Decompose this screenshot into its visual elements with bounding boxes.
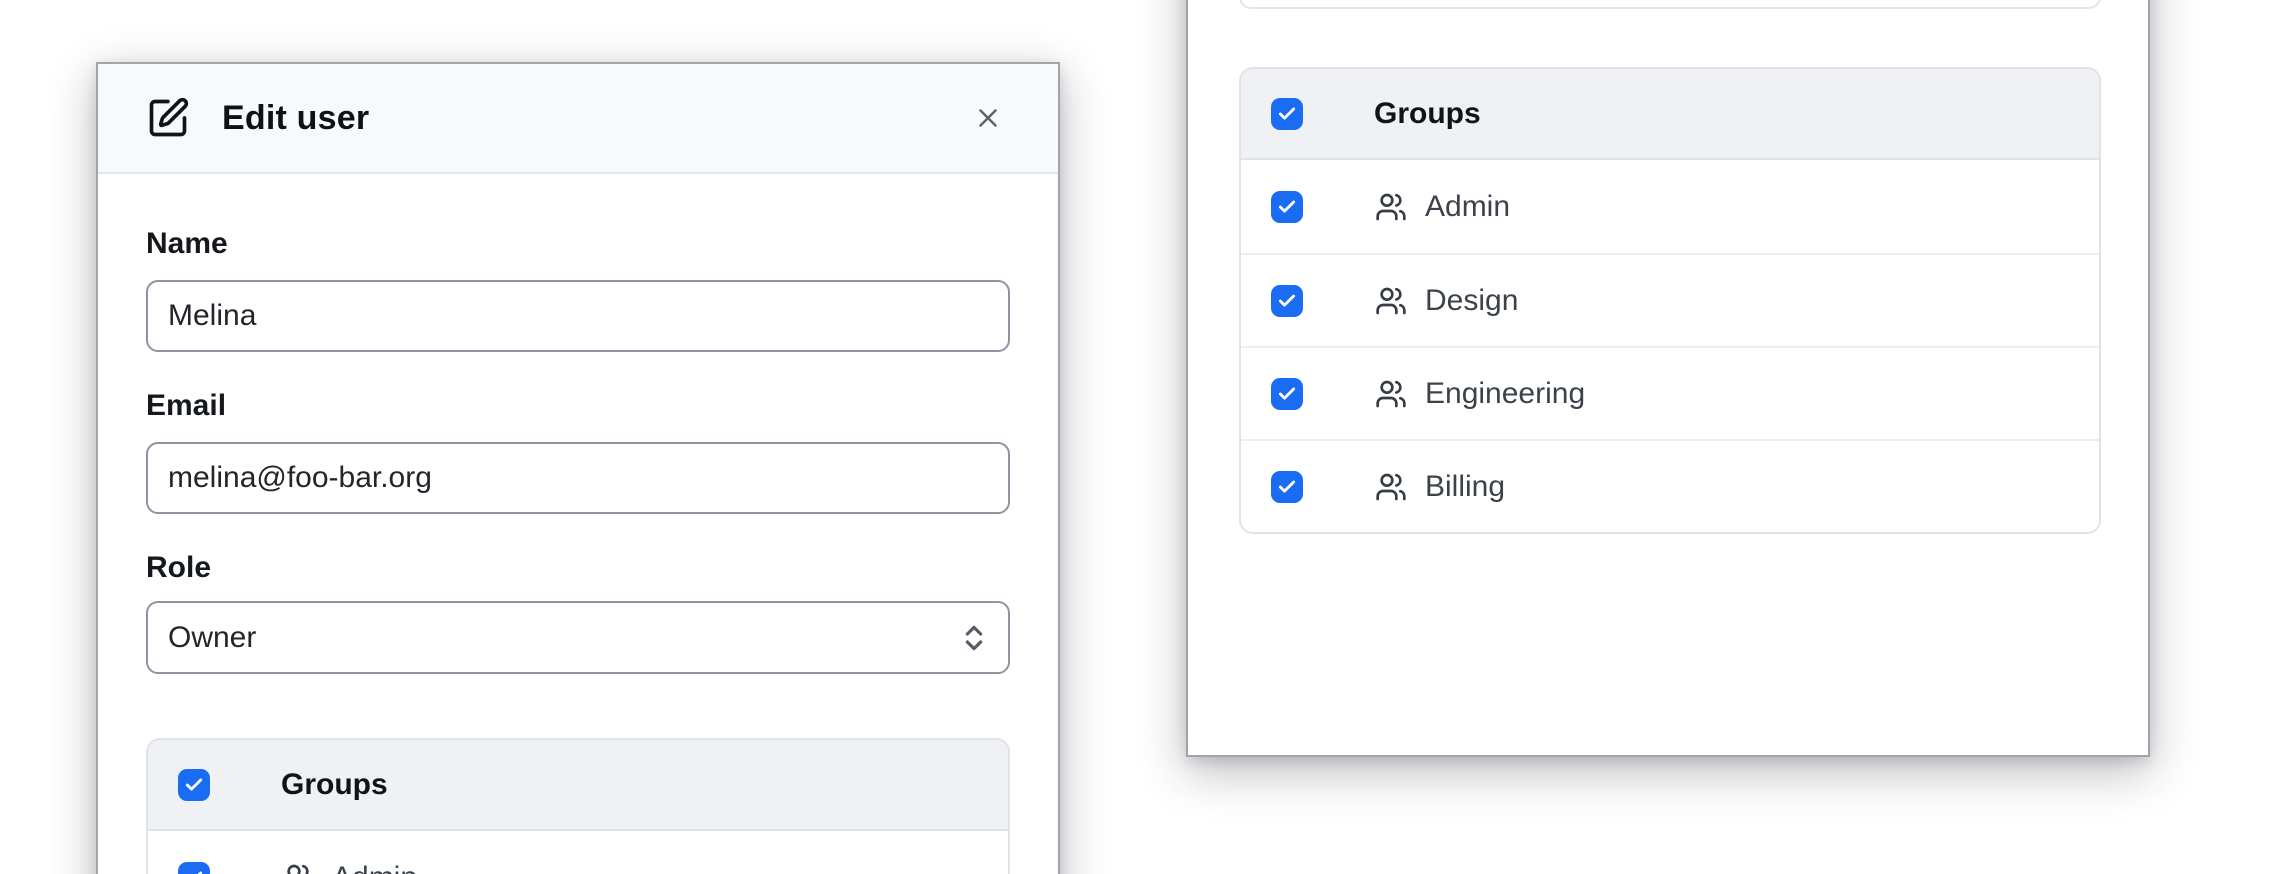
groups-header-checkbox[interactable] <box>1271 98 1303 130</box>
group-row-engineering[interactable]: Engineering <box>1241 346 2099 439</box>
groups-table-header: Groups <box>1241 69 2099 160</box>
users-icon <box>1375 378 1407 410</box>
modal-header: Edit user <box>98 64 1058 174</box>
chevrons-up-down-icon <box>958 621 990 655</box>
group-row-design[interactable]: Design <box>1241 253 2099 346</box>
name-input[interactable] <box>146 280 1010 352</box>
users-icon <box>1375 191 1407 223</box>
row-checkbox[interactable] <box>1271 471 1303 503</box>
check-icon <box>1277 291 1297 311</box>
role-select-value: Owner <box>168 621 256 655</box>
group-row-admin[interactable]: Admin <box>1241 160 2099 253</box>
group-row-label: Admin <box>1425 190 1510 224</box>
groups-table: Groups Admin <box>1239 67 2101 534</box>
groups-header-checkbox[interactable] <box>178 769 210 801</box>
group-row-label: Engineering <box>1425 377 1585 411</box>
check-icon <box>184 868 204 874</box>
check-icon <box>1277 104 1297 124</box>
groups-table-header: Groups <box>148 740 1008 831</box>
row-checkbox[interactable] <box>1271 191 1303 223</box>
row-checkbox[interactable] <box>1271 378 1303 410</box>
cropped-input-bottom-edge <box>1239 0 2101 9</box>
email-input[interactable] <box>146 442 1010 514</box>
groups-table: Groups Admin <box>146 738 1010 874</box>
edit-user-modal: Edit user Name Email Role Owner <box>96 62 1060 874</box>
group-row-billing[interactable]: Billing <box>1241 439 2099 532</box>
group-row-label: Admin <box>332 861 417 874</box>
check-icon <box>1277 197 1297 217</box>
row-checkbox[interactable] <box>178 862 210 874</box>
check-icon <box>1277 384 1297 404</box>
x-icon <box>973 103 1003 133</box>
users-icon <box>1375 471 1407 503</box>
square-pen-icon <box>146 96 190 140</box>
groups-header-label: Groups <box>1374 97 1481 131</box>
close-button[interactable] <box>966 96 1010 140</box>
group-row-admin[interactable]: Admin <box>148 831 1008 874</box>
users-icon <box>1375 285 1407 317</box>
email-label: Email <box>146 388 1010 424</box>
row-checkbox[interactable] <box>1271 285 1303 317</box>
check-icon <box>184 775 204 795</box>
modal-body: Name Email Role Owner <box>98 226 1058 874</box>
users-icon <box>282 862 314 874</box>
groups-header-label: Groups <box>281 768 388 802</box>
group-row-label: Billing <box>1425 470 1505 504</box>
page-canvas: Edit user Name Email Role Owner <box>0 0 2276 874</box>
role-select[interactable]: Owner <box>146 601 1010 674</box>
role-label: Role <box>146 550 1010 586</box>
groups-panel: Groups Admin <box>1186 0 2150 757</box>
name-label: Name <box>146 226 1010 262</box>
modal-title: Edit user <box>222 99 369 138</box>
group-row-label: Design <box>1425 284 1518 318</box>
check-icon <box>1277 477 1297 497</box>
